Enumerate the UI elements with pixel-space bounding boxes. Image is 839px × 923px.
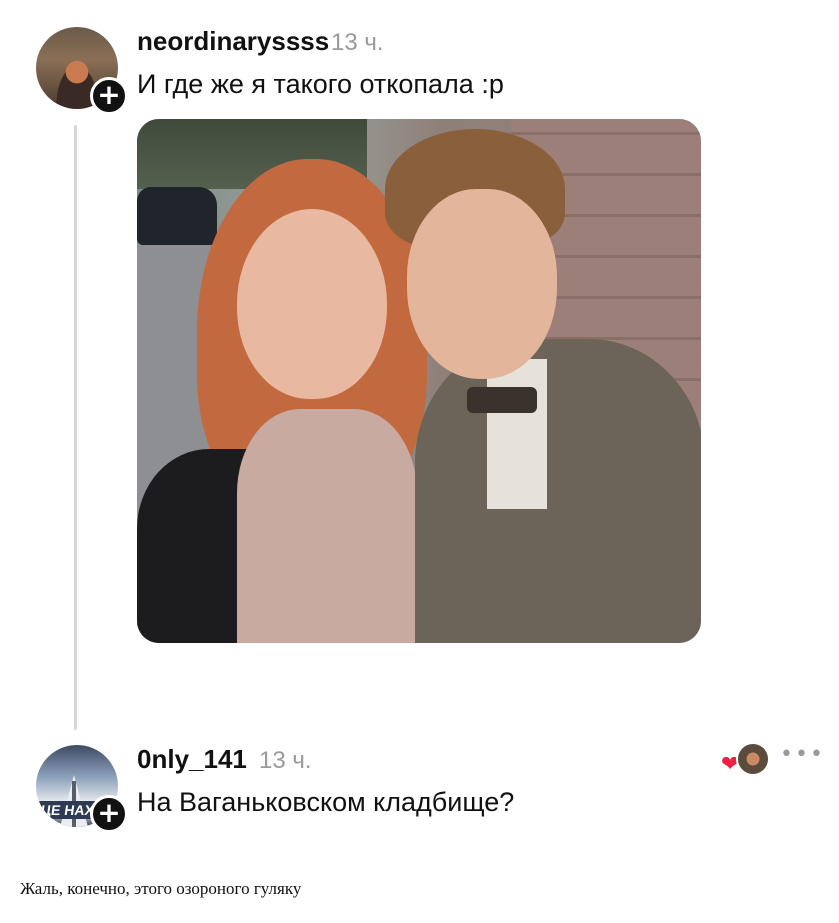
comment-1-avatar-container[interactable]: + [36, 27, 128, 115]
photo-person-left-face [237, 209, 387, 399]
comment-1-username[interactable]: neordinaryssss [137, 26, 329, 57]
comment-2-username[interactable]: 0nly_141 [137, 744, 247, 775]
meme-caption: Жаль, конечно, этого озороного гуляку [20, 879, 302, 898]
photo-person-right-shirt [487, 359, 547, 509]
photo-person-right-bowtie [467, 387, 537, 413]
comment-1-text: И где же я такого откопала :р [137, 69, 504, 99]
avatar-text: ЦЕ НАХ [36, 801, 99, 819]
photo-person-left-scarf [237, 409, 417, 643]
more-options-icon[interactable]: ••• [780, 744, 823, 766]
photo-car [137, 187, 217, 245]
follow-plus-icon[interactable]: + [90, 77, 128, 115]
follow-plus-icon[interactable]: + [90, 795, 128, 833]
photo-person-right-face [407, 189, 557, 379]
comment-2-avatar-container[interactable]: ЦЕ НАХ + [36, 745, 128, 833]
comment-1-photo[interactable] [137, 119, 701, 643]
comment-2-reactions[interactable]: ❤ [718, 742, 770, 778]
photo-person-right-suit [415, 339, 701, 643]
reactor-avatar [736, 742, 770, 776]
comment-1-timestamp: 13 ч. [331, 29, 384, 56]
comment-2-text: На Ваганьковском кладбище? [137, 787, 515, 817]
thread-connector-line [74, 125, 77, 730]
comment-2-timestamp: 13 ч. [259, 747, 312, 774]
